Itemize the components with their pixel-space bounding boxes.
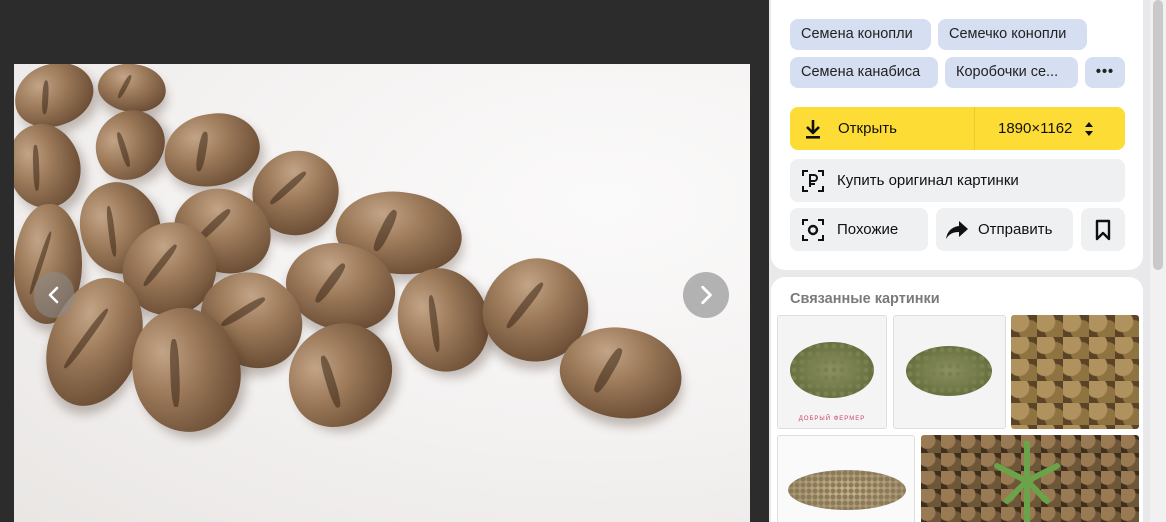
share-label: Отправить: [978, 221, 1053, 238]
sort-icon: [1084, 121, 1094, 137]
similar-label: Похожие: [837, 221, 899, 238]
watermark: ДОБРЫЙ ФЕРМЕР: [798, 416, 866, 422]
next-image-button[interactable]: [683, 272, 729, 318]
similar-icon: [800, 217, 826, 243]
related-image-thumbnail[interactable]: [921, 435, 1139, 522]
ruble-scan-icon: [800, 168, 826, 194]
cannabis-leaf-icon: [994, 441, 1060, 522]
previous-image-button[interactable]: [34, 272, 74, 318]
divider: [974, 107, 975, 150]
tag-chip[interactable]: Семечко конопли: [938, 19, 1087, 50]
tag-chip[interactable]: Коробочки се...: [945, 57, 1078, 88]
image-actions-panel: Семена конопли Семечко конопли Семена ка…: [771, 0, 1143, 270]
share-button[interactable]: Отправить: [936, 208, 1073, 251]
seed: [14, 114, 93, 218]
image-viewer: [0, 0, 769, 522]
scrollbar[interactable]: [1150, 0, 1166, 522]
seed: [81, 97, 179, 193]
related-image-thumbnail[interactable]: [777, 435, 915, 522]
image-size-select[interactable]: 1890×1162: [998, 107, 1094, 150]
open-label: Открыть: [838, 120, 897, 137]
buy-original-button[interactable]: Купить оригинал картинки: [790, 159, 1125, 202]
related-images-title: Связанные картинки: [790, 291, 940, 307]
image-size-value: 1890×1162: [998, 120, 1073, 137]
related-image-thumbnail[interactable]: ДОБРЫЙ ФЕРМЕР: [777, 315, 887, 429]
chevron-left-icon: [44, 279, 64, 312]
scrollbar-thumb[interactable]: [1153, 0, 1163, 270]
seed-pile: [906, 346, 992, 396]
similar-button[interactable]: Похожие: [790, 208, 928, 251]
main-image[interactable]: [14, 64, 750, 522]
bookmark-button[interactable]: [1081, 208, 1125, 251]
related-images-section: Связанные картинки ДОБРЫЙ ФЕРМЕР: [771, 277, 1143, 522]
related-image-thumbnail[interactable]: [1011, 315, 1139, 429]
buy-original-label: Купить оригинал картинки: [837, 172, 1019, 189]
seed: [14, 64, 101, 136]
seed-pile: [788, 470, 906, 510]
related-image-thumbnail[interactable]: [893, 315, 1006, 429]
share-icon: [944, 217, 970, 243]
chevron-right-icon: [695, 280, 717, 313]
seed-pile: [790, 342, 874, 398]
tag-chip[interactable]: Семена канабиса: [790, 57, 938, 88]
more-tags-button[interactable]: •••: [1085, 57, 1125, 88]
tag-chip[interactable]: Семена конопли: [790, 19, 931, 50]
open-image-button[interactable]: Открыть 1890×1162: [790, 107, 1125, 150]
download-icon: [800, 116, 826, 142]
seed: [159, 107, 265, 193]
bookmark-icon: [1095, 219, 1111, 241]
